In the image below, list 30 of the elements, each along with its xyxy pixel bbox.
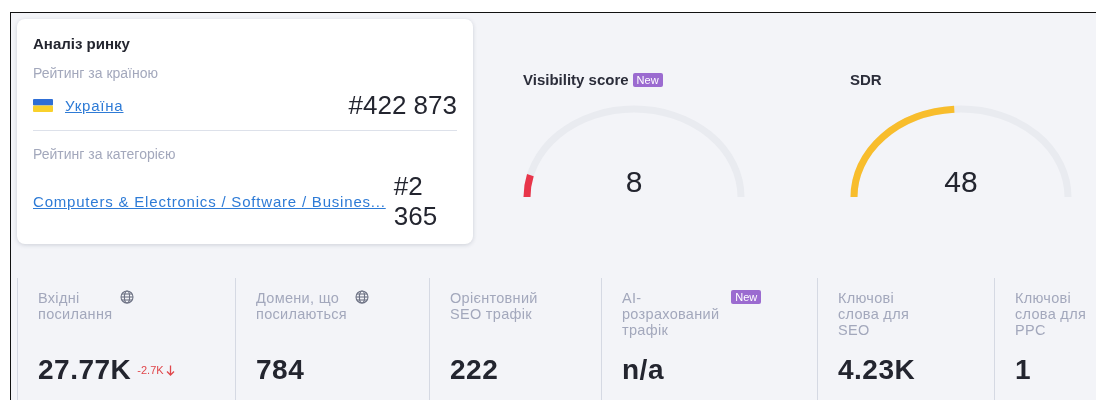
stat-value: n/a [622, 354, 664, 386]
stat-value: 784 [256, 354, 305, 386]
stat-value: 1 [1015, 354, 1032, 386]
stat-value: 222 [450, 354, 499, 386]
stat-label: Вхідні посилання [38, 290, 113, 322]
stat-value: 27.77K [38, 354, 132, 386]
gauge-value: 48 [944, 165, 978, 198]
country-link[interactable]: Україна [65, 96, 124, 114]
new-badge: New [632, 72, 663, 87]
category-link[interactable]: Computers & Electronics / Software / Busines... [33, 192, 386, 210]
stat-label: Домени, що посилаються [256, 290, 347, 322]
stat-label: Ключові слова для PPC [1015, 290, 1087, 338]
gauge-value: 8 [625, 165, 643, 198]
stat-label: Орієнтовний SEO трафік [450, 290, 538, 322]
gauge-title: Visibility score [523, 71, 629, 88]
globe-icon[interactable] [354, 290, 369, 304]
rank-value: #422 873 [348, 90, 457, 120]
delta-value: -2.7K [137, 364, 164, 376]
globe-icon[interactable] [120, 290, 135, 304]
arrow-down-icon [165, 364, 175, 376]
flag-icon [33, 98, 53, 112]
gauge-title: SDR [850, 71, 882, 88]
stat-value: 4.23K [838, 354, 916, 386]
card-title: Аналіз ринку [33, 35, 130, 52]
field-label: Рейтинг за категорією [33, 146, 176, 162]
rank-value: #2 365 [393, 171, 439, 231]
stat-label: AI- розрахований трафік [622, 290, 720, 338]
new-badge: New [731, 290, 762, 304]
stat-label: Ключові слова для SEO [838, 290, 910, 338]
field-label: Рейтинг за країною [33, 65, 158, 81]
